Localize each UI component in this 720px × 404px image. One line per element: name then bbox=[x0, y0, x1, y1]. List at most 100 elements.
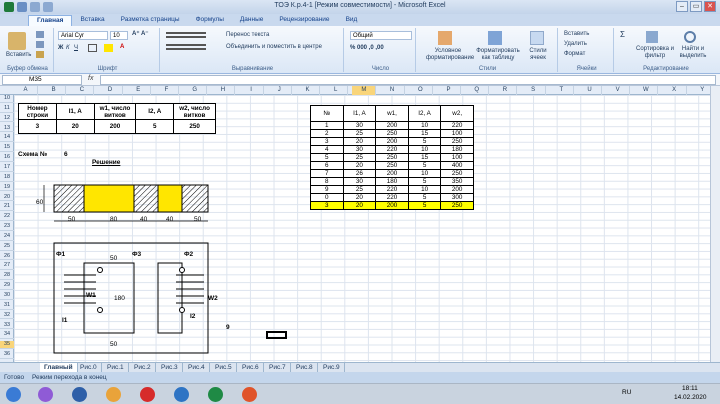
vertical-scrollbar[interactable] bbox=[710, 86, 720, 362]
sheet-tab[interactable]: Рис.4 bbox=[184, 363, 210, 372]
sheet-tab[interactable]: Рис.2 bbox=[130, 363, 156, 372]
merge-center-button[interactable]: Объединить и поместить в центре bbox=[226, 44, 322, 51]
tab-home[interactable]: Главная bbox=[28, 15, 73, 26]
column-header[interactable]: V bbox=[606, 86, 631, 95]
sheet-tab[interactable]: Рис.6 bbox=[238, 363, 264, 372]
column-header[interactable]: T bbox=[550, 86, 574, 95]
minimize-button[interactable]: – bbox=[676, 1, 688, 12]
close-button[interactable]: ✕ bbox=[704, 1, 716, 12]
sheet-tab[interactable]: Рис.8 bbox=[292, 363, 318, 372]
row-header[interactable]: 28 bbox=[0, 272, 14, 281]
column-header[interactable]: A bbox=[14, 86, 38, 95]
alice-icon[interactable] bbox=[38, 387, 53, 402]
paste-button[interactable]: Вставить bbox=[6, 52, 31, 59]
format-table-icon[interactable] bbox=[488, 31, 502, 45]
column-header[interactable]: E bbox=[127, 86, 151, 95]
row-header[interactable]: 20 bbox=[0, 194, 14, 202]
grow-font-icon[interactable]: A⁺ A⁻ bbox=[132, 31, 148, 38]
column-header[interactable]: Q bbox=[465, 86, 490, 95]
row-header[interactable]: 15 bbox=[0, 144, 14, 153]
currency-icon[interactable]: % 000 ,0 ,00 bbox=[350, 45, 384, 52]
row-header[interactable]: 23 bbox=[0, 223, 14, 231]
sort-filter-button[interactable]: Сортировка и фильтр bbox=[636, 46, 674, 60]
column-header[interactable]: C bbox=[70, 86, 95, 95]
find-select-button[interactable]: Найти и выделить bbox=[676, 46, 710, 60]
column-header[interactable]: O bbox=[409, 86, 433, 95]
powerpoint-icon[interactable] bbox=[242, 387, 257, 402]
font-color-icon[interactable]: A bbox=[120, 44, 124, 51]
explorer-icon[interactable] bbox=[106, 387, 121, 402]
fx-icon[interactable]: fx bbox=[88, 75, 93, 82]
sheet-tab[interactable]: Рис.9 bbox=[319, 363, 345, 372]
underline-icon[interactable]: Ч bbox=[74, 45, 78, 52]
sheet-tab[interactable]: Рис.5 bbox=[211, 363, 237, 372]
column-header[interactable]: K bbox=[296, 86, 320, 95]
row-header[interactable]: 19 bbox=[0, 184, 14, 192]
sheet-tab[interactable]: Рис.0 bbox=[76, 363, 102, 372]
tab-formulas[interactable]: Формулы bbox=[188, 15, 232, 26]
row-header[interactable]: 29 bbox=[0, 282, 14, 290]
conditional-format-icon[interactable] bbox=[438, 31, 452, 45]
column-header[interactable]: P bbox=[437, 86, 461, 95]
word-icon[interactable] bbox=[174, 387, 189, 402]
name-box[interactable]: M35 bbox=[2, 75, 82, 85]
tab-insert[interactable]: Вставка bbox=[72, 15, 112, 26]
column-header[interactable]: W bbox=[634, 86, 659, 95]
column-header[interactable]: M bbox=[352, 86, 377, 95]
wrap-text-button[interactable]: Перенос текста bbox=[226, 32, 269, 39]
sheet-tab[interactable]: Рис.3 bbox=[157, 363, 183, 372]
conditional-format-button[interactable]: Условное форматирование bbox=[426, 48, 474, 62]
row-header[interactable]: 16 bbox=[0, 154, 14, 162]
maximize-button[interactable]: ▭ bbox=[690, 1, 702, 12]
sheet-tab[interactable]: Рис.7 bbox=[265, 363, 291, 372]
row-header[interactable]: 27 bbox=[0, 262, 14, 271]
active-cell-m35[interactable] bbox=[266, 331, 287, 339]
row-header[interactable]: 34 bbox=[0, 331, 14, 340]
row-header[interactable]: 25 bbox=[0, 243, 14, 251]
column-header[interactable]: H bbox=[211, 86, 236, 95]
row-header[interactable]: 32 bbox=[0, 312, 14, 320]
copy-icon[interactable] bbox=[36, 41, 44, 48]
row-header[interactable]: 30 bbox=[0, 292, 14, 300]
column-header[interactable]: R bbox=[493, 86, 518, 95]
row-header[interactable]: 14 bbox=[0, 134, 14, 143]
delete-cells-button[interactable]: Удалить bbox=[564, 41, 587, 48]
column-header[interactable]: G bbox=[183, 86, 208, 95]
row-header[interactable]: 12 bbox=[0, 115, 14, 123]
row-header[interactable]: 18 bbox=[0, 174, 14, 182]
tab-review[interactable]: Рецензирование bbox=[271, 15, 337, 26]
format-cells-button[interactable]: Формат bbox=[564, 51, 585, 58]
language-indicator[interactable]: RU bbox=[622, 389, 631, 396]
font-size-select[interactable]: 10 bbox=[110, 31, 128, 40]
format-table-button[interactable]: Форматировать как таблицу bbox=[476, 48, 520, 62]
paste-icon[interactable] bbox=[8, 32, 26, 50]
sheet-tab[interactable]: Главный bbox=[40, 363, 78, 372]
insert-cells-button[interactable]: Вставить bbox=[564, 31, 589, 38]
row-header[interactable]: 31 bbox=[0, 302, 14, 310]
row-header[interactable]: 21 bbox=[0, 203, 14, 212]
column-header[interactable]: N bbox=[381, 86, 405, 95]
align-top-icon[interactable] bbox=[166, 32, 206, 38]
autosum-icon[interactable]: Σ bbox=[620, 31, 625, 39]
column-header[interactable]: U bbox=[578, 86, 602, 95]
cut-icon[interactable] bbox=[36, 31, 44, 38]
column-header[interactable]: F bbox=[155, 86, 179, 95]
tab-view[interactable]: Вид bbox=[338, 15, 366, 26]
row-header[interactable]: 22 bbox=[0, 213, 14, 221]
row-header[interactable]: 33 bbox=[0, 322, 14, 330]
column-header[interactable]: S bbox=[522, 86, 546, 95]
font-name-select[interactable]: Arial Cyr bbox=[58, 31, 108, 40]
row-header[interactable]: 35 bbox=[0, 341, 14, 350]
start-icon[interactable] bbox=[6, 387, 21, 402]
column-header[interactable]: X bbox=[663, 86, 687, 95]
cell-styles-icon[interactable] bbox=[530, 31, 544, 45]
excel-taskbar-icon[interactable] bbox=[208, 387, 223, 402]
fill-color-icon[interactable] bbox=[104, 44, 113, 52]
sheet-tab[interactable]: Рис.1 bbox=[103, 363, 129, 372]
formula-input[interactable] bbox=[100, 75, 716, 85]
align-left-icon[interactable] bbox=[166, 44, 206, 50]
tab-data[interactable]: Данные bbox=[232, 15, 271, 26]
sort-filter-icon[interactable] bbox=[646, 31, 658, 43]
tv-icon[interactable] bbox=[72, 387, 87, 402]
row-header[interactable]: 11 bbox=[0, 105, 14, 113]
